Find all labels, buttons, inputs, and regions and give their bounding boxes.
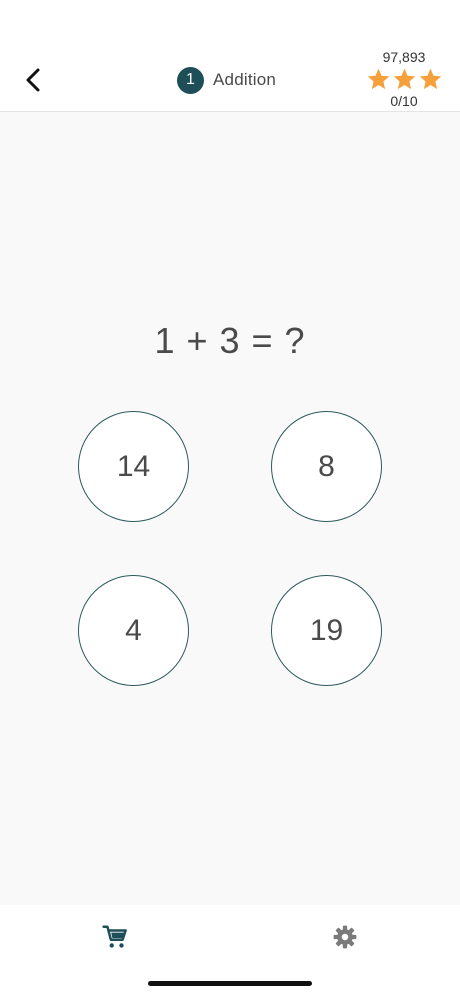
answer-option-3[interactable]: 4 bbox=[78, 575, 189, 686]
answer-option-2[interactable]: 8 bbox=[271, 411, 382, 522]
level-number-badge: 1 bbox=[177, 66, 204, 94]
gear-icon bbox=[333, 925, 357, 949]
chevron-left-icon bbox=[26, 68, 40, 92]
quiz-screen: 1 Addition 97,893 0/10 1 + 3 = ? 14 8 4 … bbox=[0, 0, 460, 996]
answer-option-1[interactable]: 14 bbox=[78, 411, 189, 522]
level-title: Addition bbox=[213, 70, 277, 89]
header-bar: 1 Addition 97,893 0/10 bbox=[0, 0, 460, 112]
score-total: 97,893 bbox=[382, 49, 426, 65]
home-indicator bbox=[148, 981, 312, 986]
back-button[interactable] bbox=[16, 62, 50, 98]
tab-shop[interactable] bbox=[95, 917, 135, 957]
question-text: 1 + 3 = ? bbox=[154, 320, 306, 361]
star-icon bbox=[367, 68, 389, 90]
score-block: 97,893 0/10 bbox=[364, 48, 444, 110]
level-indicator: 1 Addition bbox=[177, 66, 276, 94]
answer-option-4[interactable]: 19 bbox=[271, 575, 382, 686]
star-icon bbox=[419, 68, 441, 90]
cart-icon bbox=[102, 925, 127, 948]
question-progress: 0/10 bbox=[390, 93, 418, 109]
star-icon bbox=[393, 68, 415, 90]
tab-settings[interactable] bbox=[325, 917, 365, 957]
star-rating bbox=[364, 67, 444, 93]
